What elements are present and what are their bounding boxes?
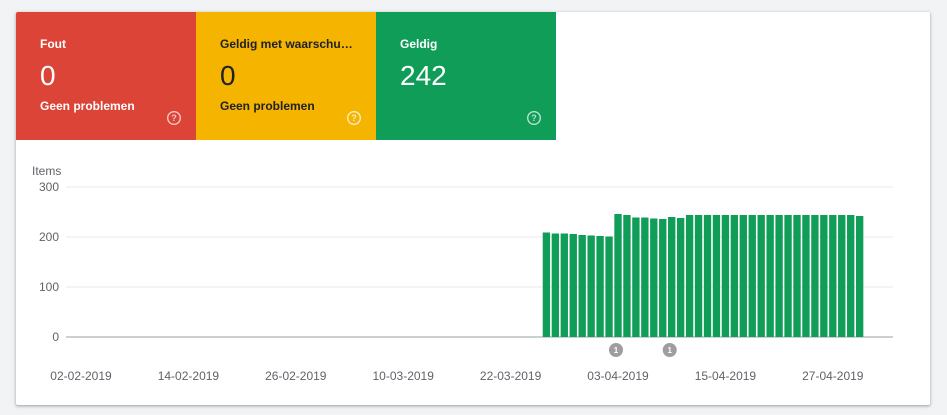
y-axis-label: Items [32,164,61,178]
x-tick-label: 14-02-2019 [158,369,220,383]
x-tick-label: 10-03-2019 [373,369,435,383]
x-tick-label: 02-02-2019 [50,369,112,383]
bar[interactable] [685,215,694,337]
bar[interactable] [784,215,792,337]
x-tick-label: 27-04-2019 [802,369,864,383]
bar[interactable] [551,233,560,338]
bar[interactable] [766,215,774,337]
y-tick-label: 300 [39,180,59,194]
bar[interactable] [587,235,595,338]
bar[interactable] [668,217,676,337]
bar[interactable] [650,218,658,338]
y-tick-label: 0 [52,330,59,344]
bar[interactable] [703,215,712,337]
x-tick-label: 03-04-2019 [587,369,649,383]
annotation-marker[interactable]: 1 [609,343,623,357]
bar[interactable] [560,233,568,338]
x-tick-label: 15-04-2019 [695,369,757,383]
bar[interactable] [623,215,631,337]
bar[interactable] [793,215,801,337]
bar[interactable] [676,218,685,337]
status-report-card: Fout 0 Geen problemen ? Geldig met waars… [16,12,930,405]
bar[interactable] [641,217,649,338]
bar[interactable] [632,217,640,338]
bar[interactable] [775,215,783,337]
bar[interactable] [730,215,739,337]
bar[interactable] [721,215,730,337]
bar[interactable] [739,215,747,337]
bar[interactable] [578,235,586,337]
svg-text:1: 1 [667,346,672,355]
bar[interactable] [694,215,703,337]
bar[interactable] [811,215,819,337]
bar[interactable] [748,215,756,337]
svg-text:1: 1 [614,346,619,355]
x-tick-label: 26-02-2019 [265,369,327,383]
bar[interactable] [605,236,613,338]
bar[interactable] [820,215,828,337]
bar[interactable] [712,215,721,337]
bar[interactable] [838,215,846,337]
x-tick-label: 22-03-2019 [480,369,542,383]
bar[interactable] [802,215,810,337]
bar[interactable] [659,219,667,337]
y-tick-label: 200 [39,230,59,244]
bar[interactable] [847,215,855,337]
annotation-marker[interactable]: 1 [662,343,677,357]
bar[interactable] [855,216,864,337]
bar[interactable] [614,214,622,337]
bar[interactable] [757,215,765,337]
items-bar-chart: Items 0 100 200 300 1 1 02-02-2019 14-02-2019… [32,164,893,383]
bar[interactable] [542,232,551,338]
y-tick-label: 100 [39,280,59,294]
bar[interactable] [829,215,837,337]
bar[interactable] [596,236,604,337]
bar[interactable] [569,234,577,337]
